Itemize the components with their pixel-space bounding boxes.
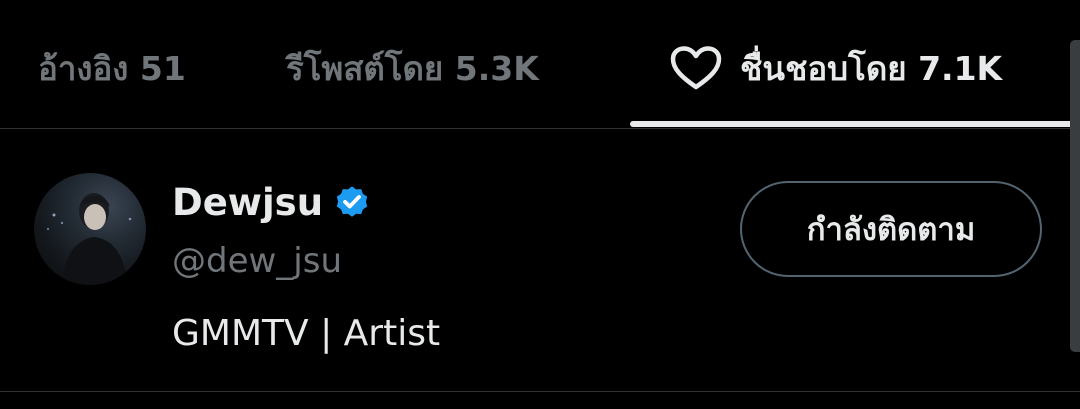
verified-badge-icon[interactable] [333, 184, 371, 222]
tab-quotes[interactable]: อ้างอิง 51 [38, 44, 186, 92]
user-list-item[interactable]: Dewjsu @dew_jsu GMMTV | Artist กำลังติดต… [0, 129, 1080, 392]
tab-reposts-label: รีโพสต์โดย 5.3K [286, 48, 539, 88]
tab-likes-label: ชื่นชอบโดย 7.1K [740, 48, 1003, 88]
user-bio: GMMTV | Artist [172, 313, 441, 354]
heart-outline-icon [670, 46, 722, 90]
active-tab-indicator [630, 121, 1080, 127]
display-name-text: Dewjsu [172, 181, 324, 224]
tab-quotes-label: อ้างอิง 51 [38, 48, 186, 88]
tab-likes[interactable]: ชื่นชอบโดย 7.1K [670, 44, 1002, 92]
following-button[interactable]: กำลังติดตาม [740, 181, 1042, 277]
user-display-name[interactable]: Dewjsu [172, 181, 371, 224]
avatar[interactable] [34, 173, 146, 285]
tab-reposts[interactable]: รีโพสต์โดย 5.3K [286, 44, 539, 92]
user-handle: @dew_jsu [172, 241, 343, 281]
engagement-tabs: อ้างอิง 51 รีโพสต์โดย 5.3K ชื่นชอบโดย 7.… [0, 0, 1080, 129]
